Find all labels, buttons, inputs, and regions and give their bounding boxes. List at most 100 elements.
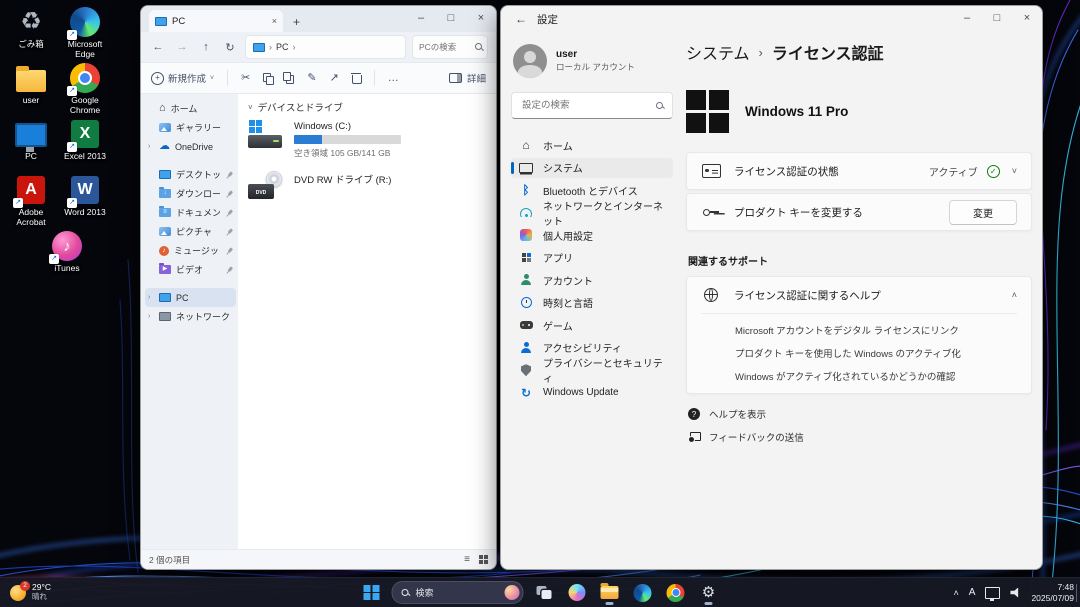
taskbar-search-box[interactable]: 検索 — [392, 581, 524, 604]
new-tab-button[interactable]: + — [293, 15, 300, 29]
sidebar-item-pictures[interactable]: ピクチャ — [145, 222, 236, 241]
close-button[interactable]: × — [466, 6, 496, 30]
help-link[interactable]: プロダクト キーを使用した Windows のアクティブ化 — [735, 346, 1017, 360]
minimize-button[interactable]: – — [406, 6, 436, 30]
clock[interactable]: 7:48 2025/07/09 — [1031, 582, 1074, 603]
ime-indicator[interactable]: A — [969, 587, 976, 598]
back-button[interactable]: ← — [149, 41, 167, 53]
sidebar-item-music[interactable]: ♪ ミュージック — [145, 241, 236, 260]
details-pane-button[interactable]: 詳細 — [449, 71, 486, 85]
maximize-button[interactable]: □ — [982, 6, 1012, 30]
sidebar-item-system[interactable]: システム — [511, 158, 673, 179]
refresh-button[interactable]: ↻ — [221, 41, 239, 54]
cut-button[interactable]: ✂ — [241, 73, 250, 84]
breadcrumb-current: ライセンス認証 — [772, 40, 884, 64]
network-tray-icon[interactable] — [985, 587, 1000, 599]
forward-button[interactable]: → — [173, 41, 191, 53]
sidebar-item-privacy[interactable]: プライバシーとセキュリティ — [511, 360, 673, 381]
expander-icon[interactable]: › — [148, 143, 154, 150]
drive-item-dvd[interactable]: DVD DVD RW ドライブ (R:) — [248, 171, 496, 199]
copilot-button[interactable] — [564, 580, 590, 606]
sidebar-item-network[interactable]: ネットワークとインターネット — [511, 203, 673, 224]
sidebar-item-accounts[interactable]: アカウント — [511, 270, 673, 291]
show-desktop-button[interactable] — [1076, 584, 1080, 602]
drive-item-c[interactable]: Windows (C:) 空き領域 105 GB/141 GB — [248, 120, 496, 159]
desktop-icon-acrobat[interactable]: A ↗ Adobe Acrobat — [4, 174, 58, 228]
desktop-icon-word[interactable]: W ↗ Word 2013 — [58, 174, 112, 218]
sidebar-item-apps[interactable]: アプリ — [511, 248, 673, 269]
help-link[interactable]: Microsoft アカウントをデジタル ライセンスにリンク — [735, 323, 1017, 337]
bluetooth-icon: ᛒ — [519, 183, 533, 197]
settings-taskbar-button[interactable]: ⚙ — [696, 580, 722, 606]
delete-button[interactable] — [352, 73, 361, 84]
close-button[interactable]: × — [1012, 6, 1042, 30]
sidebar-item-home[interactable]: ⌂ ホーム — [145, 99, 236, 118]
up-button[interactable]: ↑ — [197, 41, 215, 53]
explorer-taskbar-button[interactable] — [597, 580, 623, 606]
explorer-search-box[interactable] — [412, 35, 488, 59]
thumbnail-view-button[interactable] — [479, 555, 488, 564]
sidebar-item-gaming[interactable]: ゲーム — [511, 315, 673, 336]
rename-button[interactable]: ✎ — [307, 73, 316, 84]
breadcrumb[interactable]: › PC › — [245, 35, 406, 59]
more-options-button[interactable]: … — [388, 73, 399, 84]
drive-usage-bar — [294, 135, 401, 144]
breadcrumb-item-pc[interactable]: PC — [276, 42, 289, 52]
copy-button[interactable] — [263, 73, 272, 84]
volume-tray-icon[interactable] — [1010, 588, 1021, 598]
back-button[interactable]: ← — [515, 12, 527, 26]
activation-help-header[interactable]: ライセンス認証に関するヘルプ ˄ — [701, 277, 1017, 313]
expander-icon[interactable]: › — [148, 294, 154, 301]
share-button[interactable]: ↗ — [330, 73, 339, 84]
paste-button[interactable] — [285, 73, 294, 84]
sidebar-item-gallery[interactable]: ギャラリー — [145, 118, 236, 137]
chevron-up-icon[interactable]: ˄ — [1012, 290, 1017, 300]
desktop-icon-chrome[interactable]: ↗ Google Chrome — [58, 62, 112, 116]
expander-icon[interactable]: › — [148, 313, 154, 320]
change-product-key-button[interactable]: 変更 — [949, 200, 1017, 225]
desktop-icon-edge[interactable]: ↗ Microsoft Edge — [58, 6, 112, 60]
chevron-down-icon[interactable]: ˅ — [1012, 166, 1017, 176]
tab-close-icon[interactable]: × — [272, 16, 277, 26]
sidebar-item-windows-update[interactable]: ↻ Windows Update — [511, 383, 673, 404]
desktop-icon-pc[interactable]: PC — [4, 118, 58, 162]
get-help-link[interactable]: ? ヘルプを表示 — [688, 407, 1032, 421]
edge-taskbar-button[interactable] — [630, 580, 656, 606]
explorer-tab-pc[interactable]: PC × — [149, 10, 283, 32]
new-item-button[interactable]: + 新規作成 ˅ — [151, 71, 214, 85]
sidebar-item-pc[interactable]: › PC — [145, 288, 236, 307]
sidebar-item-personalization[interactable]: 個人用設定 — [511, 225, 673, 246]
activation-state-row[interactable]: ライセンス認証の状態 アクティブ ✓ ˅ — [686, 152, 1032, 190]
desktop-icon-recycle-bin[interactable]: ♻ ごみ箱 — [4, 6, 58, 50]
sidebar-item-downloads[interactable]: ↓ ダウンロード — [145, 184, 236, 203]
explorer-search-input[interactable] — [417, 41, 475, 53]
sidebar-item-time-language[interactable]: 時刻と言語 — [511, 293, 673, 314]
chrome-taskbar-button[interactable] — [663, 580, 689, 606]
account-card[interactable]: user ローカル アカウント — [513, 44, 673, 78]
windows-start-icon — [364, 585, 380, 601]
help-link[interactable]: Windows がアクティブ化されているかどうかの確認 — [735, 369, 1017, 383]
sidebar-item-home[interactable]: ⌂ ホーム — [511, 135, 673, 156]
settings-search-input[interactable] — [520, 99, 656, 112]
sidebar-item-documents[interactable]: ≡ ドキュメント — [145, 203, 236, 222]
list-view-button[interactable]: ≡ — [464, 554, 470, 565]
sidebar-item-videos[interactable]: ▶ ビデオ — [145, 260, 236, 279]
start-button[interactable] — [359, 580, 385, 606]
give-feedback-link[interactable]: フィードバックの送信 — [688, 430, 1032, 444]
downloads-icon: ↓ — [159, 189, 171, 198]
desktop-icon-itunes[interactable]: ♪ ↗ iTunes — [40, 230, 94, 274]
explorer-tab-strip: PC × + – □ × — [141, 6, 496, 32]
desktop-icon-user-folder[interactable]: user — [4, 62, 58, 106]
minimize-button[interactable]: – — [952, 6, 982, 30]
sidebar-item-desktop[interactable]: デスクトップ — [145, 165, 236, 184]
breadcrumb-parent[interactable]: システム — [686, 40, 750, 64]
settings-search-box[interactable] — [511, 92, 673, 119]
hidden-icons-chevron[interactable]: ˄ — [954, 588, 959, 598]
sidebar-item-onedrive[interactable]: › ☁ OneDrive — [145, 137, 236, 156]
weather-widget[interactable]: 2 29°C 晴れ — [6, 580, 55, 605]
sidebar-item-network[interactable]: › ネットワーク — [145, 307, 236, 326]
maximize-button[interactable]: □ — [436, 6, 466, 30]
devices-and-drives-section[interactable]: ˅ デバイスとドライブ — [248, 100, 496, 114]
desktop-icon-excel[interactable]: X ↗ Excel 2013 — [58, 118, 112, 162]
task-view-button[interactable] — [531, 580, 557, 606]
